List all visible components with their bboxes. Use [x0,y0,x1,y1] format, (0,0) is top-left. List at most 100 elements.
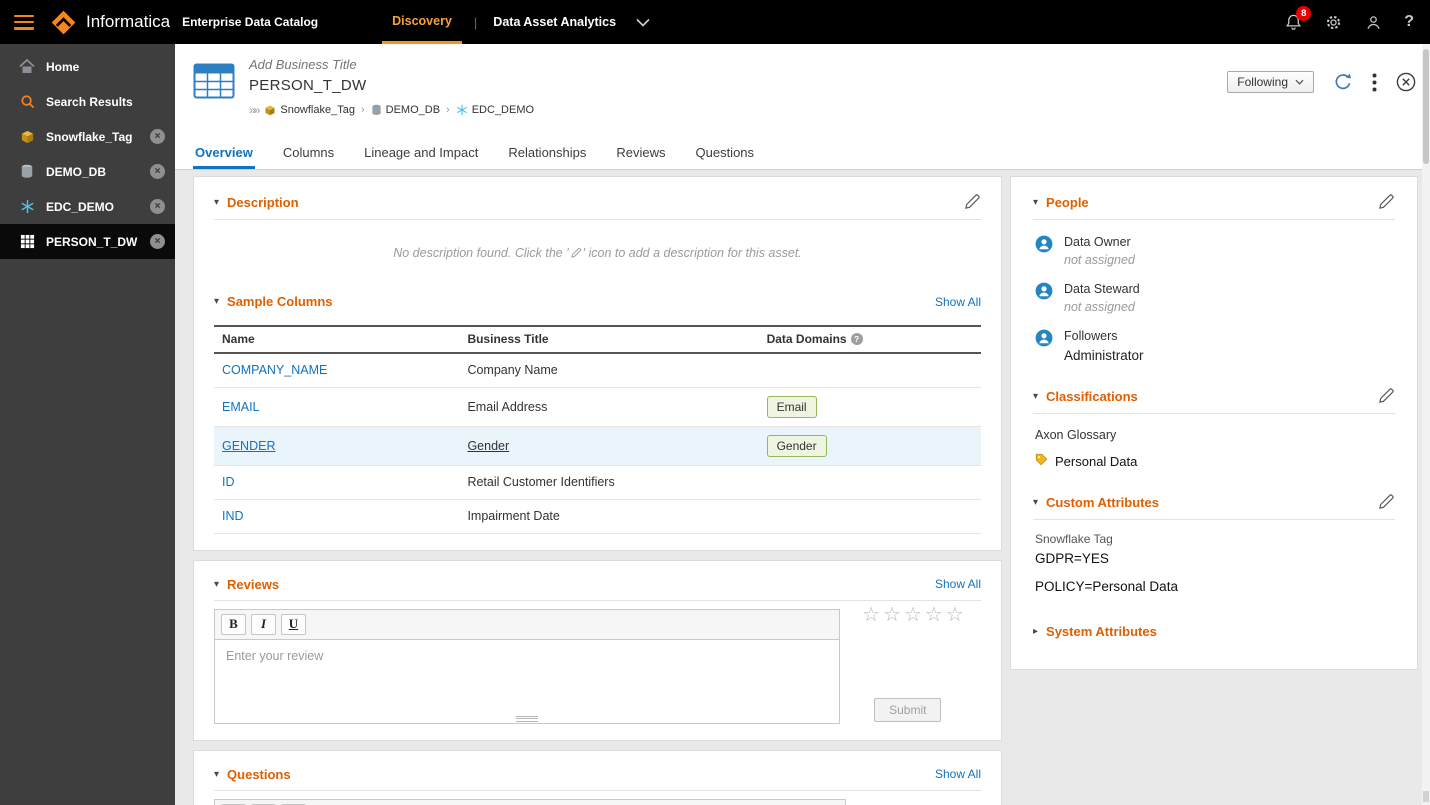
business-title-cell: Company Name [459,353,759,388]
column-link[interactable]: COMPANY_NAME [222,363,327,377]
hamburger-menu-icon[interactable] [14,14,34,30]
richtext-toolbar: B I U [214,798,846,805]
close-icon[interactable]: × [150,164,165,179]
person-role: Data Owner [1064,235,1131,249]
database-icon [18,164,36,179]
edit-people-pencil-icon[interactable] [1377,193,1395,211]
column-link[interactable]: EMAIL [222,400,260,414]
sidebar-item-label: Home [46,59,80,74]
notifications-bell-icon[interactable]: 8 [1284,5,1312,32]
collapse-triangle-icon[interactable]: ▾ [214,769,219,780]
nav-chevron-down-icon[interactable] [636,0,650,44]
tab-overview[interactable]: Overview [193,139,255,169]
nav-discovery[interactable]: Discovery [382,0,462,44]
asset-title-block: Add Business Title PERSON_T_DW »» Snowfl… [249,57,534,139]
package-icon [18,129,36,144]
breadcrumb-chevron-icon: › [360,104,365,116]
collapse-triangle-icon[interactable]: ▾ [1033,391,1038,402]
sample-columns-section-title[interactable]: Sample Columns [227,294,332,309]
collapse-triangle-icon[interactable]: ▾ [1033,497,1038,508]
search-icon [18,94,36,109]
classification-group-label: Axon Glossary [1035,428,1117,442]
sidebar-item-search-results[interactable]: Search Results [0,84,175,119]
breadcrumb-item-snowflake-tag[interactable]: Snowflake_Tag [264,104,355,116]
tab-lineage-and-impact[interactable]: Lineage and Impact [362,139,480,169]
help-icon[interactable]: ? [1404,13,1414,31]
scrollbar-thumb[interactable] [1423,49,1429,164]
settings-gear-icon[interactable] [1324,13,1343,32]
snowflake-icon [18,199,36,214]
breadcrumb: »» Snowflake_Tag › DEMO_DB › EDC_DEMO [249,103,534,117]
sidebar-item-demo-db[interactable]: DEMO_DB × [0,154,175,189]
following-button[interactable]: Following [1227,71,1314,93]
submit-review-button[interactable]: Submit [874,697,942,722]
tab-reviews[interactable]: Reviews [614,139,667,169]
collapse-triangle-icon[interactable]: ▾ [1033,197,1038,208]
star-icon[interactable]: ☆ [925,605,943,625]
data-domain-badge[interactable]: Email [766,395,817,418]
italic-button[interactable]: I [251,613,276,635]
star-icon[interactable]: ☆ [904,605,922,625]
star-icon[interactable]: ☆ [946,605,964,625]
column-link[interactable]: GENDER [222,439,275,453]
people-section-title[interactable]: People [1046,195,1089,210]
sidebar-item-home[interactable]: Home [0,49,175,84]
classifications-section-title[interactable]: Classifications [1046,389,1138,404]
breadcrumb-item-edc-demo[interactable]: EDC_DEMO [456,104,534,116]
star-icon[interactable]: ☆ [883,605,901,625]
collapse-triangle-icon[interactable]: ▾ [214,579,219,590]
user-account-icon[interactable] [1364,13,1383,32]
breadcrumb-label: Snowflake_Tag [280,104,355,116]
person-entry-data-owner: Data Owner not assigned [1035,235,1395,267]
description-empty-state: No description found. Click the ' ' icon … [214,220,981,284]
reviews-show-all-link[interactable]: Show All [935,577,981,591]
edit-classifications-pencil-icon[interactable] [1377,387,1395,405]
edit-custom-attributes-pencil-icon[interactable] [1377,493,1395,511]
questions-section-title[interactable]: Questions [227,767,291,782]
sidebar-item-edc-demo[interactable]: EDC_DEMO × [0,189,175,224]
edit-description-pencil-icon[interactable] [963,193,981,211]
star-icon[interactable]: ☆ [862,605,880,625]
collapse-triangle-icon[interactable]: ▾ [214,197,219,208]
underline-button[interactable]: U [281,613,306,635]
close-icon[interactable]: × [150,129,165,144]
close-icon[interactable]: × [150,234,165,249]
data-domain-badge[interactable]: Gender [766,434,827,457]
more-options-kebab-icon[interactable] [1372,73,1377,92]
sidebar-item-person-t-dw[interactable]: PERSON_T_DW × [0,224,175,259]
close-asset-icon[interactable] [1396,72,1416,92]
classification-item-link[interactable]: Personal Data [1055,454,1137,469]
expand-triangle-icon[interactable]: ▸ [1033,626,1038,637]
description-section-title[interactable]: Description [227,195,299,210]
table-row-highlighted: GENDER Gender Gender [214,426,981,466]
reviews-section-title[interactable]: Reviews [227,577,279,592]
questions-show-all-link[interactable]: Show All [935,767,981,781]
refresh-icon[interactable] [1333,72,1353,92]
custom-attributes-section-title[interactable]: Custom Attributes [1046,495,1159,510]
sample-columns-show-all-link[interactable]: Show All [935,295,981,309]
sidebar-item-label: EDC_DEMO [46,199,115,214]
review-input[interactable]: Enter your review [214,638,841,724]
system-attributes-section-title[interactable]: System Attributes [1046,624,1157,639]
tab-questions[interactable]: Questions [694,139,757,169]
tab-relationships[interactable]: Relationships [506,139,588,169]
sidebar-item-snowflake-tag[interactable]: Snowflake_Tag × [0,119,175,154]
bold-button[interactable]: B [221,613,246,635]
page-scrollbar[interactable] [1422,44,1430,805]
breadcrumb-item-demo-db[interactable]: DEMO_DB [371,104,440,116]
person-value: not assigned [1064,300,1135,314]
tab-columns[interactable]: Columns [281,139,336,169]
column-link[interactable]: ID [222,475,235,489]
close-icon[interactable]: × [150,199,165,214]
overview-content: ▾ Description No description found. Clic… [175,170,1430,805]
person-role: Data Steward [1064,282,1140,296]
add-business-title-field[interactable]: Add Business Title [249,57,534,72]
notification-count-badge: 8 [1296,5,1312,21]
collapse-triangle-icon[interactable]: ▾ [214,296,219,307]
data-domains-help-icon[interactable]: ? [850,333,863,345]
resize-grip-icon[interactable] [516,715,539,722]
nav-data-asset-analytics[interactable]: Data Asset Analytics [489,0,620,44]
column-link[interactable]: IND [222,509,244,523]
topbar-actions: 8 ? [1284,5,1414,32]
data-domain-cell [758,465,981,500]
